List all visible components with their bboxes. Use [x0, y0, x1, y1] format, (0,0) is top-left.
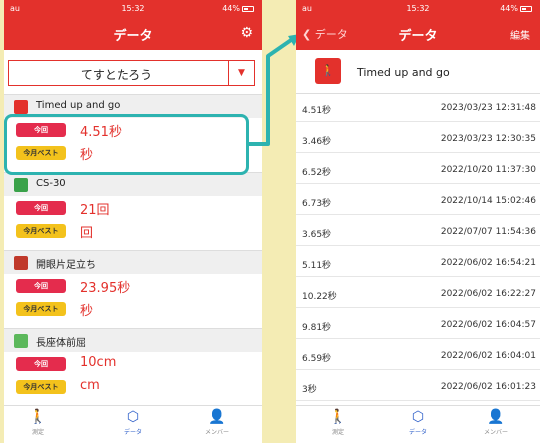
list-item[interactable]: 3秒 2022/06/02 16:01:23	[296, 374, 540, 401]
tab-label: 測定	[331, 429, 344, 436]
list-item[interactable]: 5.11秒 2022/06/02 16:54:21	[296, 250, 540, 277]
tab-members[interactable]: 👤 メンバー	[476, 409, 516, 436]
record-date: 2023/03/23 12:30:35	[440, 134, 536, 144]
status-bar: au 15:32 44%	[296, 0, 540, 18]
list-item[interactable]: 10.22秒 2022/06/02 16:22:27	[296, 281, 540, 308]
walking-icon: 🚶	[329, 409, 347, 425]
test-header: 🚶 Timed up and go	[296, 50, 540, 94]
record-date: 2022/06/02 16:22:27	[440, 289, 536, 299]
record-value: 6.52秒	[302, 168, 332, 178]
battery-icon	[520, 5, 532, 12]
record-date: 2022/06/02 16:04:57	[440, 320, 536, 330]
list-item[interactable]: 3.46秒 2023/03/23 12:30:35	[296, 126, 540, 153]
page-title: データ	[398, 29, 438, 44]
record-value: 6.59秒	[302, 354, 332, 364]
record-value: 4.51秒	[302, 106, 332, 116]
record-value: 6.73秒	[302, 199, 332, 209]
record-date: 2022/07/07 11:54:36	[440, 227, 536, 237]
record-value: 9.81秒	[302, 323, 332, 333]
tab-data[interactable]: ⬡ データ	[398, 409, 438, 436]
record-date: 2022/10/20 11:37:30	[440, 165, 536, 175]
record-date: 2023/03/23 12:31:48	[440, 103, 536, 113]
test-title: Timed up and go	[357, 66, 450, 79]
tab-label: メンバー	[483, 429, 508, 436]
record-value: 10.22秒	[302, 292, 337, 302]
record-date: 2022/06/02 16:01:23	[440, 382, 536, 392]
record-value: 5.11秒	[302, 261, 332, 271]
record-date: 2022/10/14 15:02:46	[440, 196, 536, 206]
data-icon: ⬡	[411, 409, 425, 425]
edit-button[interactable]: 編集	[510, 27, 530, 42]
list-item[interactable]: 6.52秒 2022/10/20 11:37:30	[296, 157, 540, 184]
list-item[interactable]: 6.73秒 2022/10/14 15:02:46	[296, 188, 540, 215]
data-history-screen: au 15:32 44% ❮ データ データ 編集 🚶 Timed up and…	[296, 0, 540, 443]
list-item[interactable]: 9.81秒 2022/06/02 16:04:57	[296, 312, 540, 339]
record-value: 3秒	[302, 385, 317, 395]
list-item[interactable]: 4.51秒 2023/03/23 12:31:48	[296, 95, 540, 122]
battery-label: 44%	[500, 4, 518, 13]
list-item[interactable]: 3.65秒 2022/07/07 11:54:36	[296, 219, 540, 246]
person-icon: 👤	[487, 409, 505, 425]
record-date: 2022/06/02 16:54:21	[440, 258, 536, 268]
record-date: 2022/06/02 16:04:01	[440, 351, 536, 361]
record-value: 3.65秒	[302, 230, 332, 240]
list-item[interactable]: 6.59秒 2022/06/02 16:04:01	[296, 343, 540, 370]
tab-label: データ	[408, 429, 427, 436]
tab-bar: 🚶 測定 ⬡ データ 👤 メンバー	[296, 405, 540, 443]
record-value: 3.46秒	[302, 137, 332, 147]
timed-up-and-go-icon: 🚶	[315, 58, 341, 84]
nav-bar: ❮ データ データ 編集	[296, 18, 540, 50]
tab-measure[interactable]: 🚶 測定	[318, 409, 358, 436]
